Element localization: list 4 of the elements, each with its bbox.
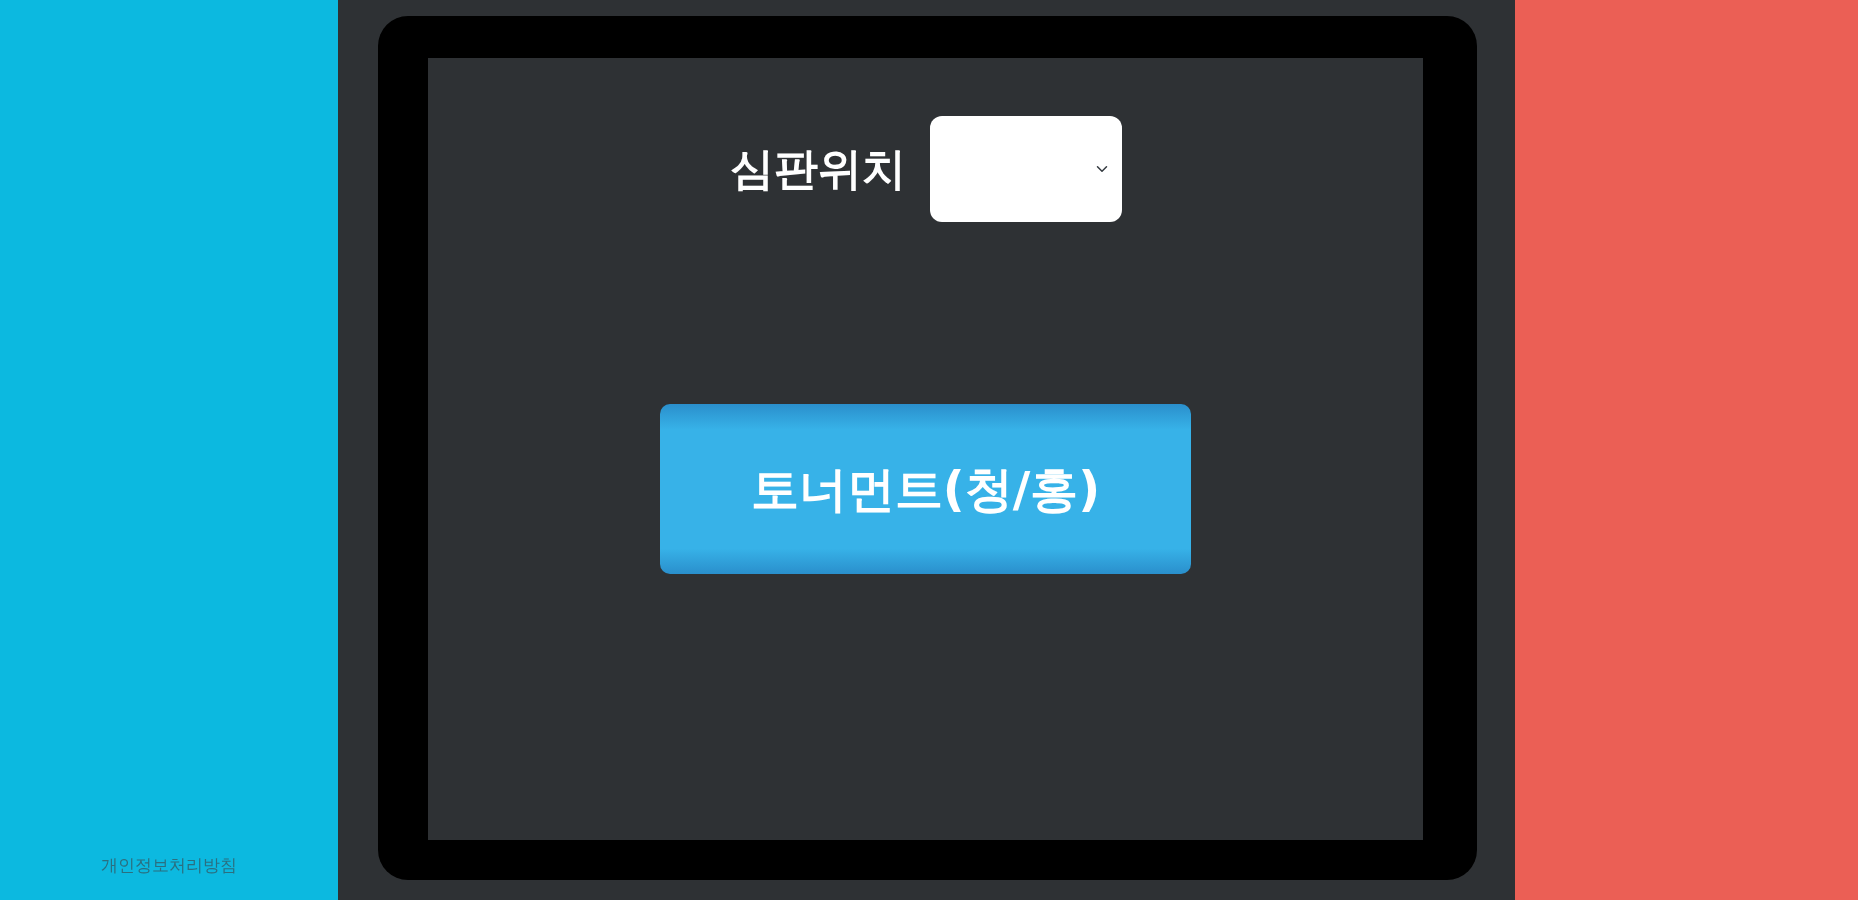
tournament-button[interactable]: 토너먼트(청/홍)	[660, 404, 1191, 574]
referee-position-label: 심판위치	[729, 142, 906, 196]
privacy-policy-link[interactable]: 개인정보처리방침	[101, 852, 237, 878]
referee-position-select[interactable]	[929, 116, 1122, 222]
